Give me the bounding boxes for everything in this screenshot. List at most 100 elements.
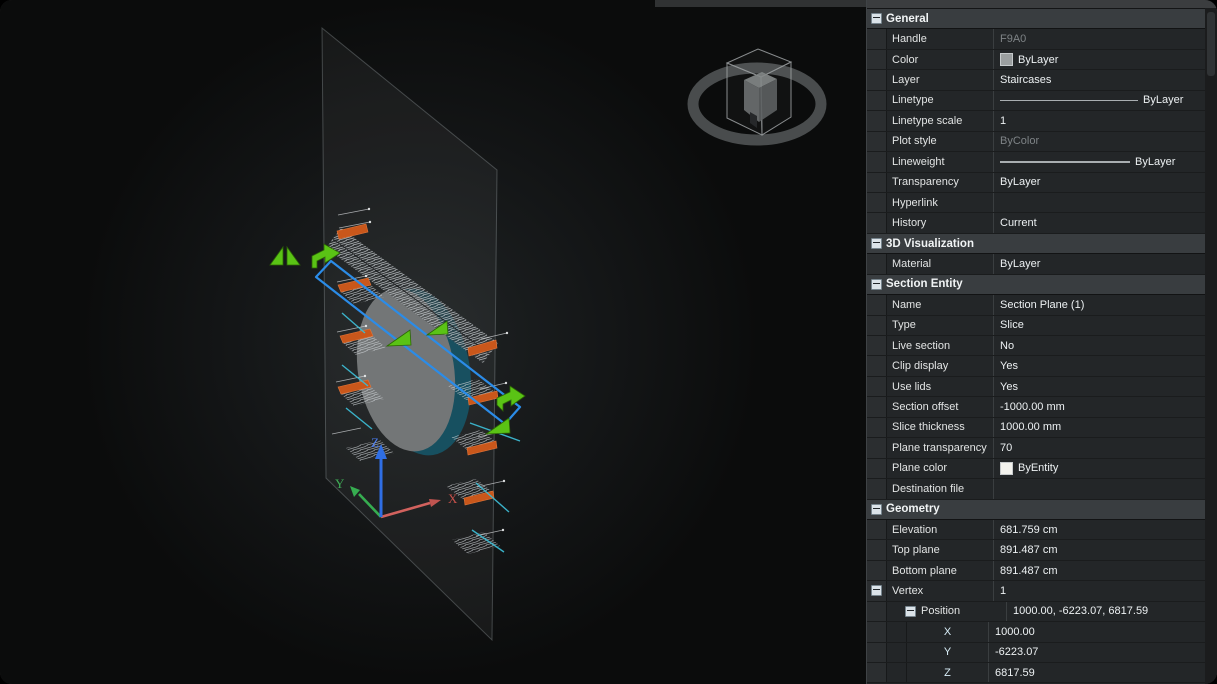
property-label: Bottom plane [887,561,994,580]
property-row-top-plane[interactable]: Top plane891.487 cm [867,540,1217,560]
indent-guide [887,643,907,662]
property-row-transparency[interactable]: TransparencyByLayer [867,173,1217,193]
model-viewport[interactable]: X Y Z [0,0,866,684]
collapse-icon[interactable] [871,13,882,24]
property-row-vertex[interactable]: Vertex1 [867,581,1217,601]
property-value[interactable]: ByLayer [994,254,1217,273]
property-value[interactable]: ByColor [994,132,1217,151]
property-row-slice-thickness[interactable]: Slice thickness1000.00 mm [867,418,1217,438]
property-value[interactable]: ByEntity [994,459,1217,478]
collapse-icon[interactable] [871,238,882,249]
property-label: History [887,213,994,232]
section-header-general[interactable]: General [867,9,1217,29]
property-label: Live section [887,336,994,355]
property-value[interactable]: ByLayer [994,152,1217,171]
row-gutter [867,397,887,416]
property-label: Z [887,663,989,682]
property-row-clip-display[interactable]: Clip displayYes [867,356,1217,376]
property-row-linetype-scale[interactable]: Linetype scale1 [867,111,1217,131]
section-header-section-entity[interactable]: Section Entity [867,275,1217,295]
section-header-3d-visualization[interactable]: 3D Visualization [867,234,1217,254]
property-value[interactable]: 1000.00 [989,622,1217,641]
property-row-lineweight[interactable]: LineweightByLayer [867,152,1217,172]
property-value[interactable] [994,193,1217,212]
panel-scrollbar[interactable] [1205,8,1217,684]
property-row-y[interactable]: Y-6223.07 [867,643,1217,663]
property-row-plane-color[interactable]: Plane colorByEntity [867,459,1217,479]
property-value[interactable]: Slice [994,316,1217,335]
row-gutter [867,29,887,48]
section-header-label: General [886,9,1217,28]
property-row-handle[interactable]: HandleF9A0 [867,29,1217,49]
navigation-widget[interactable] [693,49,821,140]
properties-panel[interactable]: GeneralHandleF9A0ColorByLayerLayerStairc… [866,0,1217,684]
color-swatch[interactable] [1000,53,1013,66]
property-label: Type [887,316,994,335]
property-value[interactable]: -1000.00 mm [994,397,1217,416]
property-value[interactable]: Staircases [994,70,1217,89]
property-label: Plane transparency [887,438,994,457]
property-row-color[interactable]: ColorByLayer [867,50,1217,70]
property-value[interactable]: ByLayer [994,173,1217,192]
collapse-icon[interactable] [905,606,916,617]
property-value[interactable]: ByLayer [994,50,1217,69]
property-label: Hyperlink [887,193,994,212]
collapse-icon[interactable] [871,279,882,290]
property-label: Plot style [887,132,994,151]
property-row-position[interactable]: Position1000.00, -6223.07, 6817.59 [867,602,1217,622]
indent-guide [887,622,907,641]
property-label: Linetype scale [887,111,994,130]
property-row-destination-file[interactable]: Destination file [867,479,1217,499]
property-row-name[interactable]: NameSection Plane (1) [867,295,1217,315]
property-value[interactable] [994,479,1217,498]
property-value[interactable]: Section Plane (1) [994,295,1217,314]
property-row-elevation[interactable]: Elevation681.759 cm [867,520,1217,540]
property-row-history[interactable]: HistoryCurrent [867,213,1217,233]
property-row-bottom-plane[interactable]: Bottom plane891.487 cm [867,561,1217,581]
property-value[interactable]: ByLayer [994,91,1217,110]
property-value[interactable]: -6223.07 [989,643,1217,662]
collapse-icon[interactable] [871,504,882,515]
row-gutter [867,602,887,621]
property-value[interactable]: F9A0 [994,29,1217,48]
properties-rows: GeneralHandleF9A0ColorByLayerLayerStairc… [867,9,1217,684]
property-label: Name [887,295,994,314]
flip-grip-left [270,247,283,265]
property-row-plane-transparency[interactable]: Plane transparency70 [867,438,1217,458]
property-row-type[interactable]: TypeSlice [867,316,1217,336]
property-row-linetype[interactable]: LinetypeByLayer [867,91,1217,111]
row-gutter [867,356,887,375]
property-row-material[interactable]: MaterialByLayer [867,254,1217,274]
property-label: Layer [887,70,994,89]
property-row-plot-style[interactable]: Plot styleByColor [867,132,1217,152]
color-swatch[interactable] [1000,462,1013,475]
property-row-section-offset[interactable]: Section offset-1000.00 mm [867,397,1217,417]
property-value[interactable]: 891.487 cm [994,540,1217,559]
panel-scrollbar-thumb[interactable] [1207,12,1215,76]
property-row-live-section[interactable]: Live sectionNo [867,336,1217,356]
property-value[interactable]: 681.759 cm [994,520,1217,539]
property-row-x[interactable]: X1000.00 [867,622,1217,642]
property-label: Color [887,50,994,69]
property-value[interactable]: 1 [994,581,1217,600]
property-row-layer[interactable]: LayerStaircases [867,70,1217,90]
property-value[interactable]: 1000.00, -6223.07, 6817.59 [1007,602,1217,621]
property-row-use-lids[interactable]: Use lidsYes [867,377,1217,397]
property-value[interactable]: 1000.00 mm [994,418,1217,437]
row-gutter [867,438,887,457]
property-value[interactable]: 891.487 cm [994,561,1217,580]
row-gutter [867,111,887,130]
collapse-icon[interactable] [871,585,882,596]
property-value[interactable]: Yes [994,356,1217,375]
property-value[interactable]: 1 [994,111,1217,130]
property-value[interactable]: 6817.59 [989,663,1217,682]
property-value[interactable]: Yes [994,377,1217,396]
property-value[interactable]: No [994,336,1217,355]
section-header-geometry[interactable]: Geometry [867,500,1217,520]
property-row-hyperlink[interactable]: Hyperlink [867,193,1217,213]
property-value[interactable]: 70 [994,438,1217,457]
row-gutter [867,520,887,539]
property-value[interactable]: Current [994,213,1217,232]
property-row-z[interactable]: Z6817.59 [867,663,1217,683]
property-label: Handle [887,29,994,48]
